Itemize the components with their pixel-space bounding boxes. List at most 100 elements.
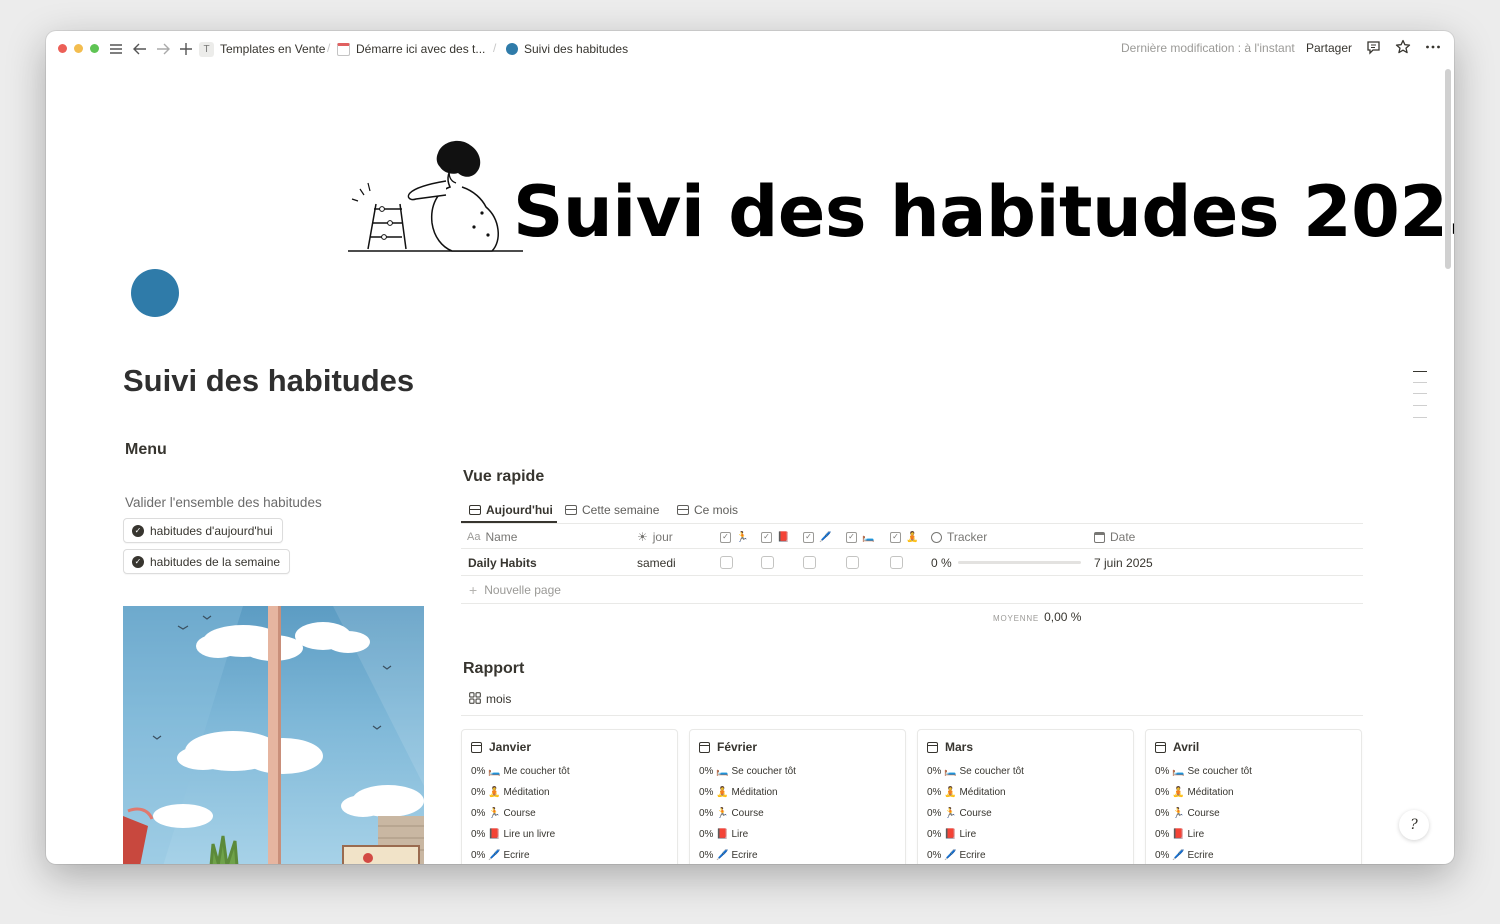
row-day-cell: samedi bbox=[637, 556, 676, 570]
toc-mark[interactable] bbox=[1413, 382, 1427, 383]
row-date-cell: 7 juin 2025 bbox=[1094, 556, 1153, 570]
divider bbox=[461, 523, 1363, 524]
help-button[interactable]: ? bbox=[1399, 810, 1429, 840]
page-icon[interactable] bbox=[131, 269, 179, 317]
habit-line: 0% 🧘 Méditation bbox=[699, 787, 778, 798]
tab-this-week[interactable]: Cette semaine bbox=[565, 500, 659, 520]
tab-month-gallery[interactable]: mois bbox=[469, 689, 511, 709]
month-card-janvier[interactable]: Janvier 0% 🛏️ Me coucher tôt 0% 🧘 Médita… bbox=[461, 729, 678, 864]
row-tracker-value: 0 % bbox=[931, 556, 952, 570]
tab-this-month[interactable]: Ce mois bbox=[677, 500, 738, 520]
column-habit-meditate-header[interactable]: ✓ 🧘 bbox=[890, 529, 918, 545]
column-habit-write-header[interactable]: ✓ 🖊️ bbox=[803, 529, 831, 545]
running-emoji-icon: 🏃 bbox=[736, 531, 749, 543]
month-name: Mars bbox=[945, 740, 974, 754]
habit-line: 0% 🏃 Course bbox=[927, 808, 992, 819]
habit-line: 0% 📕 Lire un livre bbox=[471, 829, 556, 840]
habit-line: 0% 🛏️ Me coucher tôt bbox=[471, 766, 570, 777]
toc-mark[interactable] bbox=[1413, 393, 1427, 394]
new-page-button[interactable]: + Nouvelle page bbox=[469, 582, 561, 598]
month-card-fevrier[interactable]: Février 0% 🛏️ Se coucher tôt 0% 🧘 Médita… bbox=[689, 729, 906, 864]
column-habit-read-header[interactable]: ✓ 📕 bbox=[761, 529, 789, 545]
minimize-window-button[interactable] bbox=[74, 44, 83, 53]
month-name: Février bbox=[717, 740, 758, 754]
checkbox-type-icon: ✓ bbox=[761, 531, 772, 543]
workspace-letter-icon: T bbox=[199, 41, 214, 57]
plus-icon: + bbox=[469, 582, 478, 598]
divider bbox=[461, 575, 1363, 576]
formula-circle-icon bbox=[931, 531, 942, 543]
table-icon bbox=[469, 505, 481, 515]
gallery-grid-icon bbox=[469, 691, 481, 707]
habit-line: 0% 🛏️ Se coucher tôt bbox=[927, 766, 1024, 777]
breadcrumb-label: Suivi des habitudes bbox=[524, 42, 629, 56]
row-checkbox-run[interactable] bbox=[720, 556, 733, 569]
tab-label: Cette semaine bbox=[582, 503, 660, 517]
habit-line: 0% 📕 Lire bbox=[927, 829, 977, 840]
habits-today-button[interactable]: ✓ habitudes d'aujourd'hui bbox=[123, 518, 283, 543]
card-title: Février bbox=[699, 740, 757, 754]
column-label: Date bbox=[1110, 530, 1136, 544]
habit-line: 0% 🧘 Méditation bbox=[471, 787, 550, 798]
maximize-window-button[interactable] bbox=[90, 44, 99, 53]
report-heading: Rapport bbox=[463, 660, 525, 677]
breadcrumb-templates[interactable]: T Templates en Vente bbox=[199, 41, 325, 57]
check-circle-icon: ✓ bbox=[132, 524, 144, 537]
toc-mark[interactable] bbox=[1413, 417, 1427, 418]
row-checkbox-sleep[interactable] bbox=[846, 556, 859, 569]
breadcrumb-current-page[interactable]: Suivi des habitudes bbox=[506, 41, 628, 57]
table-icon bbox=[565, 505, 577, 515]
question-mark-icon: ? bbox=[1410, 817, 1418, 833]
row-checkbox-meditate[interactable] bbox=[890, 556, 903, 569]
column-day-header[interactable]: ☀ jour bbox=[637, 529, 673, 545]
close-window-button[interactable] bbox=[58, 44, 67, 53]
habit-line: 0% 🖊️ Ecrire bbox=[1155, 850, 1214, 861]
text-type-icon: Aa bbox=[467, 531, 481, 543]
month-card-mars[interactable]: Mars 0% 🛏️ Se coucher tôt 0% 🧘 Méditatio… bbox=[917, 729, 1134, 864]
row-checkbox-read[interactable] bbox=[761, 556, 774, 569]
row-checkbox-write[interactable] bbox=[803, 556, 816, 569]
habit-line: 0% 📕 Lire bbox=[1155, 829, 1205, 840]
calendar-icon bbox=[699, 741, 710, 753]
column-tracker-header[interactable]: Tracker bbox=[931, 529, 987, 545]
breadcrumb-demarre[interactable]: Démarre ici avec des t... bbox=[337, 41, 485, 57]
column-habit-sleep-header[interactable]: ✓ 🛏️ bbox=[846, 529, 874, 545]
tab-label: Aujourd'hui bbox=[486, 503, 553, 517]
forward-arrow-icon[interactable] bbox=[154, 39, 172, 59]
column-date-header[interactable]: Date bbox=[1094, 529, 1135, 545]
check-circle-icon: ✓ bbox=[132, 555, 144, 568]
share-button[interactable]: Partager bbox=[1306, 41, 1352, 55]
toc-mark[interactable] bbox=[1413, 405, 1427, 406]
top-bar: T Templates en Vente / Démarre ici avec … bbox=[46, 31, 1454, 67]
tracker-progress-bar bbox=[958, 561, 1081, 564]
habit-line: 0% 🖊️ Ecrire bbox=[699, 850, 758, 861]
row-name-cell[interactable]: Daily Habits bbox=[468, 555, 537, 571]
average-calculation[interactable]: MOYENNE 0,00 % bbox=[993, 610, 1081, 624]
favorite-star-icon[interactable] bbox=[1395, 39, 1411, 58]
quick-view-heading: Vue rapide bbox=[463, 468, 545, 485]
sidebar-menu-icon[interactable] bbox=[107, 39, 125, 59]
card-title: Janvier bbox=[471, 740, 531, 754]
toc-mark-active[interactable] bbox=[1413, 371, 1427, 372]
column-name-header[interactable]: Aa Name bbox=[467, 529, 517, 545]
button-label: habitudes de la semaine bbox=[150, 554, 281, 569]
calendar-icon bbox=[337, 42, 350, 56]
average-label: MOYENNE bbox=[993, 614, 1040, 623]
tab-label: mois bbox=[486, 692, 512, 706]
checkbox-type-icon: ✓ bbox=[720, 531, 731, 543]
back-arrow-icon[interactable] bbox=[131, 39, 149, 59]
breadcrumb-label: Templates en Vente bbox=[220, 42, 326, 56]
month-name: Janvier bbox=[489, 740, 532, 754]
average-value: 0,00 % bbox=[1044, 610, 1082, 624]
sky-window-illustration bbox=[123, 606, 424, 864]
last-modified-text: Dernière modification : à l'instant bbox=[1121, 41, 1295, 55]
month-card-avril[interactable]: Avril 0% 🛏️ Se coucher tôt 0% 🧘 Méditati… bbox=[1145, 729, 1362, 864]
page-title[interactable]: Suivi des habitudes bbox=[123, 363, 414, 399]
comments-icon[interactable] bbox=[1366, 40, 1381, 58]
tab-label: Ce mois bbox=[694, 503, 739, 517]
habits-week-button[interactable]: ✓ habitudes de la semaine bbox=[123, 549, 291, 574]
new-page-plus-icon[interactable] bbox=[177, 39, 195, 59]
column-habit-run-header[interactable]: ✓ 🏃 bbox=[720, 529, 748, 545]
more-options-icon[interactable] bbox=[1425, 40, 1441, 57]
tab-today[interactable]: Aujourd'hui bbox=[469, 500, 553, 520]
